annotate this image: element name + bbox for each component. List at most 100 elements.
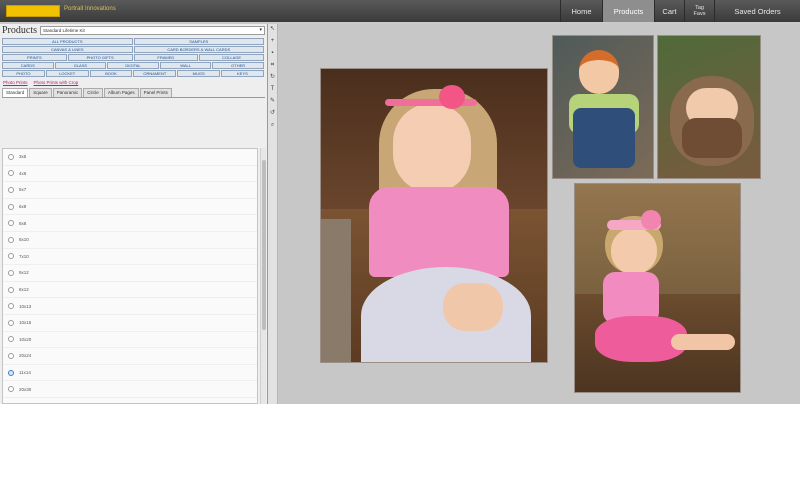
list-item[interactable]: 16x20 (3, 398, 257, 403)
list-item[interactable]: 10x20 (3, 332, 257, 349)
category-cards[interactable]: CARDS (2, 62, 54, 69)
list-item[interactable]: 8x10 (3, 232, 257, 249)
radio-button[interactable] (8, 402, 14, 403)
list-item[interactable]: 20x30 (3, 381, 257, 398)
category-samples[interactable]: SAMPLES (133, 38, 264, 45)
size-label: 7x10 (19, 253, 29, 259)
tab-panoramic[interactable]: Panoramic (52, 88, 83, 97)
radio-button[interactable] (8, 319, 14, 326)
radio-button-selected[interactable] (8, 369, 14, 376)
radio-button[interactable] (8, 153, 14, 160)
top-navigation-bar: Portrait Innovations Home Products Cart … (0, 0, 800, 22)
size-label: 20x24 (19, 353, 32, 359)
photo-boy-overalls[interactable] (552, 35, 654, 179)
size-list-scrollbar[interactable] (260, 148, 266, 404)
list-item[interactable]: 6x8 (3, 199, 257, 216)
radio-button[interactable] (8, 186, 14, 193)
list-item[interactable]: 4x6 (3, 166, 257, 183)
radio-button[interactable] (8, 352, 14, 359)
nav-tag-favs[interactable]: Tag Favs (684, 0, 714, 22)
photo-toddler-sitting[interactable] (574, 183, 741, 393)
category-photo-gifts[interactable]: PHOTO GIFTS (67, 54, 133, 61)
tab-square[interactable]: Square (29, 88, 52, 97)
list-item[interactable]: 9x12 (3, 265, 257, 282)
size-label: 5x7 (19, 187, 27, 193)
category-keys[interactable]: KEYS (221, 70, 264, 77)
design-canvas[interactable] (279, 24, 800, 404)
category-collage[interactable]: COLLAGE (199, 54, 264, 61)
category-glass[interactable]: GLASS (54, 62, 107, 69)
rotate-ccw-icon[interactable]: ↺ (269, 110, 276, 117)
radio-button[interactable] (8, 286, 14, 293)
plus-icon[interactable]: + (269, 38, 276, 45)
photo-baby-nest[interactable] (657, 35, 761, 179)
category-framed[interactable]: FRAMED (133, 54, 199, 61)
category-wall[interactable]: WALL (159, 62, 212, 69)
category-other[interactable]: OTHER (212, 62, 264, 69)
nav-products[interactable]: Products (602, 0, 654, 22)
text-icon[interactable]: T (269, 86, 276, 93)
size-label: 8x12 (19, 287, 29, 293)
collection-select[interactable]: Standard Lifetime Kit ▾ (40, 25, 265, 35)
tab-circle[interactable]: Circle (83, 88, 103, 97)
magic-wand-icon[interactable]: ✎ (269, 98, 276, 105)
list-item[interactable]: 10x15 (3, 315, 257, 332)
collection-select-value: Standard Lifetime Kit (43, 27, 85, 33)
category-all-products[interactable]: ALL PRODUCTS (2, 38, 133, 45)
photo-dress (369, 187, 509, 277)
radio-button[interactable] (8, 253, 14, 260)
size-label: 8x10 (19, 237, 29, 243)
category-ornament[interactable]: ORNAMENT (133, 70, 177, 77)
list-item[interactable]: 5x7 (3, 182, 257, 199)
tab-panel-prints[interactable]: Panel Prints (139, 88, 172, 97)
list-item[interactable]: 8x12 (3, 282, 257, 299)
nav-saved-orders[interactable]: Saved Orders (714, 0, 800, 22)
brand-logo[interactable] (6, 5, 60, 17)
main-nav: Home Products Cart Tag Favs Saved Orders (560, 0, 800, 22)
category-photo[interactable]: PHOTO (2, 70, 45, 77)
photo-overalls (573, 108, 635, 168)
trash-icon[interactable]: ▪ (269, 50, 276, 57)
list-item[interactable]: 8x8 (3, 215, 257, 232)
scroll-thumb[interactable] (262, 160, 266, 330)
category-locket[interactable]: LOCKET (45, 70, 89, 77)
chevron-down-icon: ▾ (259, 26, 262, 33)
link-photo-prints-crop[interactable]: Photo Prints with Crop (34, 80, 79, 85)
radio-button[interactable] (8, 236, 14, 243)
category-card-borders[interactable]: CARD BORDERS & WALL CARDS (133, 46, 264, 53)
category-book[interactable]: BOOK (89, 70, 133, 77)
cursor-icon[interactable]: ↖ (269, 26, 276, 33)
photo-girl-headband[interactable] (320, 68, 548, 363)
products-title: Products (2, 24, 37, 36)
list-item[interactable]: 3x5 (3, 149, 257, 166)
radio-button[interactable] (8, 203, 14, 210)
radio-button[interactable] (8, 303, 14, 310)
list-item[interactable]: 10x13 (3, 298, 257, 315)
photo-leg (671, 334, 735, 350)
radio-button[interactable] (8, 386, 14, 393)
size-label: 3x5 (19, 154, 27, 160)
list-item[interactable]: 11x14 (3, 365, 257, 382)
category-mugs[interactable]: MUGS (177, 70, 221, 77)
photo-face (611, 228, 657, 274)
link-photo-prints[interactable]: Photo Prints (3, 80, 28, 85)
category-digital[interactable]: DIGITAL (107, 62, 159, 69)
radio-button[interactable] (8, 269, 14, 276)
list-item[interactable]: 20x24 (3, 348, 257, 365)
tab-album-pages[interactable]: Album Pages (103, 88, 139, 97)
category-prints[interactable]: PRINTS (2, 54, 67, 61)
category-canvas-lines[interactable]: CANVAS & LINES (2, 46, 133, 53)
photo-head (579, 50, 619, 94)
tab-standard[interactable]: Standard (2, 88, 29, 97)
nav-home[interactable]: Home (560, 0, 602, 22)
photo-bow (439, 85, 465, 109)
rotate-icon[interactable]: ↻ (269, 74, 276, 81)
list-item[interactable]: 7x10 (3, 249, 257, 266)
crop-icon[interactable]: ⌗ (269, 62, 276, 69)
radio-button[interactable] (8, 220, 14, 227)
size-label: 4x6 (19, 170, 27, 176)
radio-button[interactable] (8, 336, 14, 343)
zoom-icon[interactable]: ⌕ (269, 122, 276, 129)
nav-cart[interactable]: Cart (654, 0, 684, 22)
radio-button[interactable] (8, 170, 14, 177)
